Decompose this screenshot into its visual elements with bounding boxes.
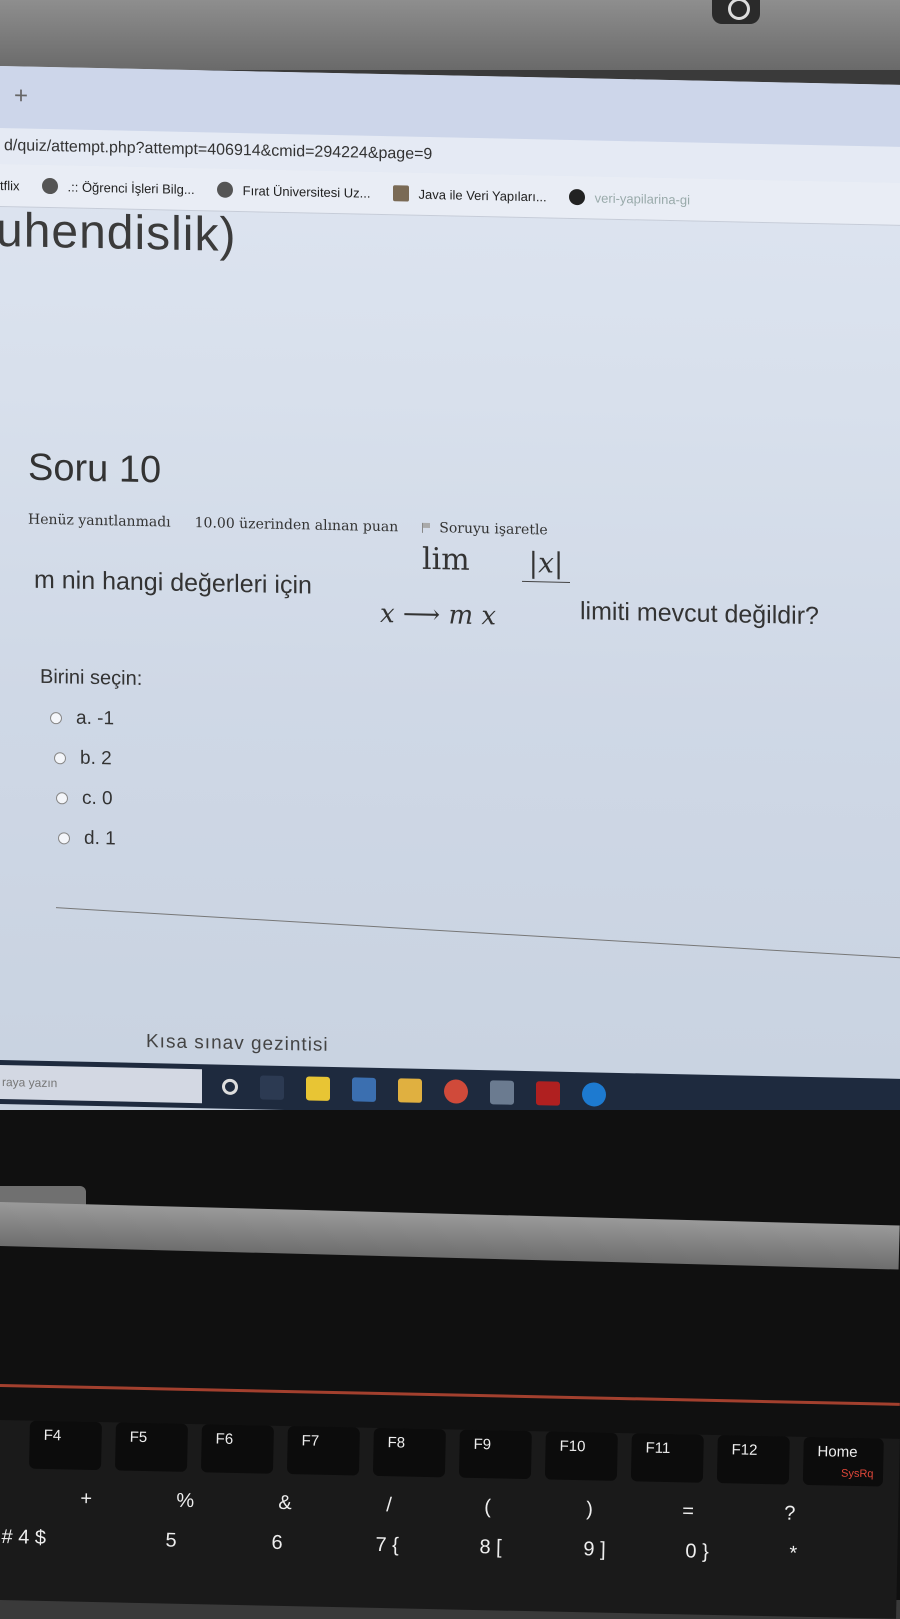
bookmark-java-veri-yapilari[interactable]: Java ile Veri Yapıları...	[392, 185, 547, 204]
globe-icon	[41, 177, 58, 195]
key-f5[interactable]: F5	[114, 1422, 188, 1472]
key-5[interactable]: 5	[165, 1529, 177, 1552]
key-4[interactable]: # 4 $	[1, 1526, 46, 1550]
app-icon[interactable]	[536, 1081, 560, 1106]
key-slash[interactable]: /	[386, 1494, 392, 1517]
flag-question-button[interactable]: Soruyu işaretle	[422, 520, 548, 539]
bookmark-github[interactable]: veri-yapilarina-gi	[568, 188, 691, 208]
limit-formula: lim |x| x ⟶ m x	[380, 541, 580, 645]
key-6[interactable]: 6	[271, 1532, 283, 1555]
question-status: Henüz yanıtlanmadı	[28, 511, 171, 531]
chrome-icon[interactable]	[444, 1079, 468, 1104]
radio-button[interactable]	[50, 712, 62, 725]
question-text: m nin hangi değerleri için lim |x| x ⟶ m…	[28, 534, 900, 662]
option-label: b. 2	[80, 747, 112, 770]
radio-button[interactable]	[54, 752, 66, 765]
radio-button[interactable]	[58, 832, 70, 845]
divider	[55, 907, 900, 960]
key-equals[interactable]: =	[682, 1500, 694, 1523]
bookmark-label: Fırat Üniversitesi Uz...	[242, 182, 371, 201]
key-7[interactable]: 7 {	[375, 1534, 399, 1557]
flag-icon	[422, 522, 434, 534]
laptop-bezel	[0, 0, 900, 70]
key-ampersand[interactable]: &	[278, 1492, 292, 1515]
key-f12[interactable]: F12	[716, 1435, 790, 1485]
option-label: a. -1	[76, 707, 115, 730]
key-paren-open[interactable]: (	[484, 1496, 491, 1519]
radio-button[interactable]	[56, 792, 68, 805]
store-icon[interactable]	[490, 1080, 514, 1105]
key-0[interactable]: 0 }	[685, 1540, 709, 1563]
keyboard-trim	[0, 1384, 900, 1406]
app-icon[interactable]	[352, 1077, 376, 1102]
question-number: Soru 10	[28, 446, 162, 492]
question-text-before: m nin hangi değerleri için	[34, 565, 312, 600]
key-paren-close[interactable]: )	[586, 1498, 593, 1521]
answer-option-c[interactable]: c. 0	[56, 787, 900, 827]
key-plus[interactable]: +	[80, 1488, 92, 1511]
question-grade: 10.00 üzerinden alınan puan	[194, 515, 399, 536]
book-icon	[392, 185, 409, 202]
github-icon	[568, 188, 585, 206]
key-question[interactable]: ?	[784, 1502, 796, 1525]
answer-option-a[interactable]: a. -1	[50, 707, 900, 747]
cortana-icon[interactable]	[222, 1078, 238, 1095]
bookmark-label: veri-yapilarina-gi	[594, 189, 691, 207]
question-block: Soru 10 Henüz yanıtlanmadı 10.00 üzerind…	[28, 447, 900, 867]
bookmark-netflix[interactable]: tflix	[0, 178, 20, 193]
task-view-icon[interactable]	[260, 1075, 284, 1100]
taskbar-search-input[interactable]: raya yazın	[0, 1065, 202, 1104]
bookmark-label: .:: Öğrenci İşleri Bilg...	[67, 178, 195, 197]
bookmark-firat-universitesi[interactable]: Fırat Üniversitesi Uz...	[216, 181, 371, 201]
key-percent[interactable]: %	[176, 1490, 194, 1513]
key-8[interactable]: 8 [	[479, 1536, 502, 1559]
bookmark-label: Java ile Veri Yapıları...	[418, 186, 547, 204]
edge-icon[interactable]	[582, 1082, 606, 1107]
fraction-numerator: |x|	[522, 545, 570, 583]
answer-option-b[interactable]: b. 2	[54, 747, 900, 787]
quiz-navigation-heading[interactable]: Kısa sınav gezintisi	[146, 1031, 329, 1057]
key-f6[interactable]: F6	[200, 1424, 274, 1474]
bookmark-label: tflix	[0, 177, 20, 193]
answer-option-d[interactable]: d. 1	[58, 827, 900, 867]
key-f8[interactable]: F8	[372, 1427, 446, 1478]
sticky-notes-icon[interactable]	[306, 1076, 330, 1101]
file-explorer-icon[interactable]	[398, 1078, 422, 1103]
keyboard: F4 F5 F6 F7 F8 F9 F10 F11 F12 Home SysRq…	[0, 1420, 900, 1619]
site-icon	[216, 181, 233, 198]
laptop-hinge	[0, 1202, 900, 1270]
limit-operator: lim	[422, 541, 470, 578]
option-label: c. 0	[82, 787, 113, 810]
webcam	[712, 0, 760, 24]
key-f4[interactable]: F4	[28, 1420, 102, 1471]
option-label: d. 1	[84, 827, 116, 850]
key-f7[interactable]: F7	[286, 1426, 360, 1476]
choose-one-label: Birini seçin:	[40, 665, 143, 690]
limit-fraction: |x|	[522, 545, 570, 583]
key-home[interactable]: Home SysRq	[802, 1436, 884, 1487]
laptop-lower-body: F4 F5 F6 F7 F8 F9 F10 F11 F12 Home SysRq…	[0, 1110, 900, 1619]
key-f11[interactable]: F11	[630, 1433, 704, 1483]
flag-label: Soruyu işaretle	[439, 520, 548, 539]
limit-subscript: x ⟶ m x	[380, 598, 497, 632]
bookmark-ogrenci-isleri[interactable]: .:: Öğrenci İşleri Bilg...	[41, 177, 195, 197]
question-text-after: limiti mevcut değildir?	[580, 597, 819, 631]
new-tab-button[interactable]: +	[14, 82, 28, 110]
key-f10[interactable]: F10	[544, 1431, 618, 1481]
key-asterisk[interactable]: *	[789, 1543, 797, 1566]
screen: + d/quiz/attempt.php?attempt=406914&cmid…	[0, 66, 900, 1135]
key-9[interactable]: 9 ]	[583, 1538, 606, 1561]
key-f9[interactable]: F9	[458, 1429, 532, 1480]
